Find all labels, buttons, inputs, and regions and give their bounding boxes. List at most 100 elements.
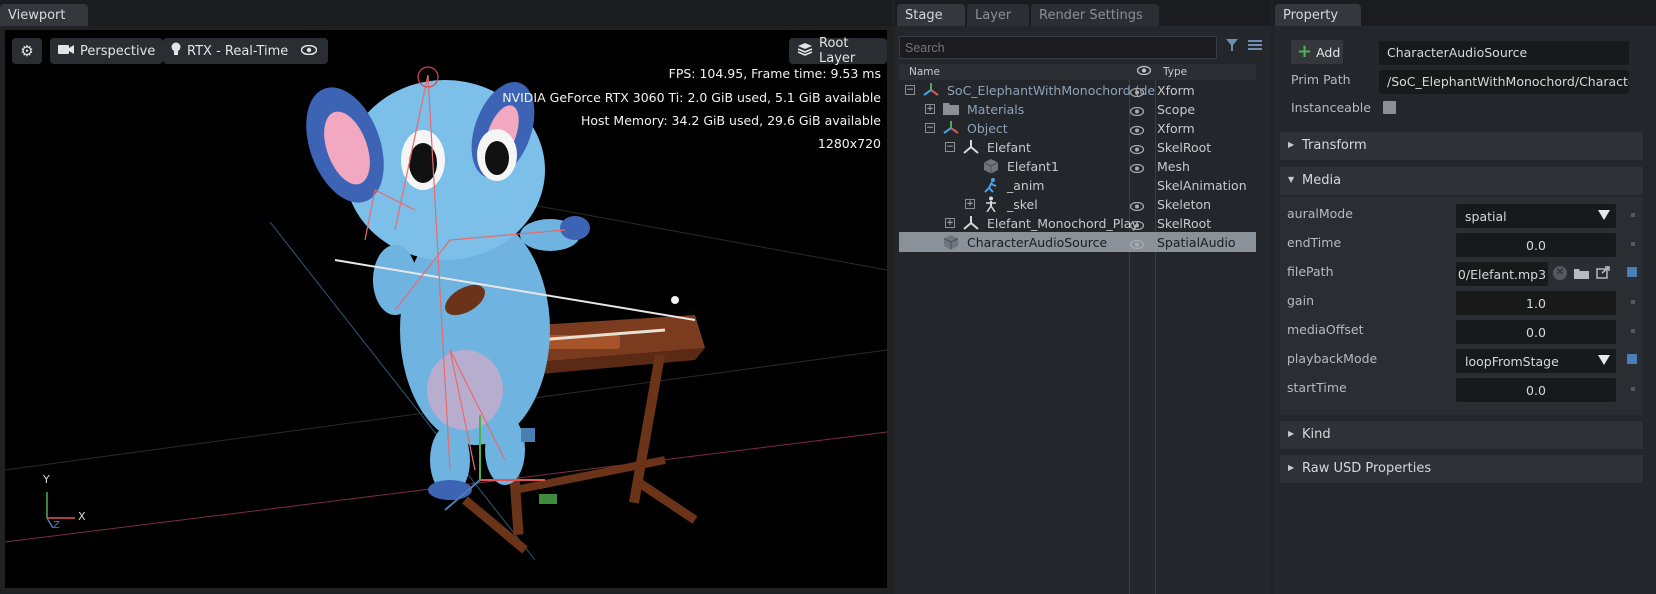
add-label: Add: [1316, 44, 1341, 60]
media-row-playbackmode: playbackMode loopFromStage: [1280, 347, 1643, 373]
kind-section-header[interactable]: ▶ Kind: [1280, 421, 1643, 449]
expanded-arrow-icon: ▼: [1288, 175, 1295, 184]
tree-row-name: SoC_ElephantWithMonochord (de: [947, 83, 1156, 98]
raw-usd-section-header[interactable]: ▶ Raw USD Properties: [1280, 455, 1643, 483]
property-panel: Property + Add CharacterAudioSource Prim…: [1273, 0, 1656, 594]
prim-name-field[interactable]: CharacterAudioSource: [1379, 41, 1629, 65]
visibility-eye-icon[interactable]: [1129, 199, 1145, 214]
default-marker: [1631, 329, 1635, 333]
instanceable-label: Instanceable: [1291, 100, 1371, 115]
media-section-header[interactable]: ▼ Media: [1280, 167, 1643, 195]
root-layer-button[interactable]: Root Layer: [789, 36, 887, 66]
media-row-starttime: startTime 0.0: [1280, 376, 1643, 402]
transform-section-label: Transform: [1302, 138, 1367, 153]
mediaoffset-label: mediaOffset: [1287, 322, 1364, 337]
viewport-canvas[interactable]: Y X Z ⚙ Perspective RTX - Real-Time Root…: [5, 30, 887, 588]
tab-layer[interactable]: Layer: [967, 4, 1029, 26]
auralmode-label: auralMode: [1287, 206, 1353, 221]
starttime-field[interactable]: 0.0: [1456, 378, 1616, 402]
camera-button[interactable]: Perspective: [50, 38, 164, 64]
tab-property[interactable]: Property: [1275, 4, 1361, 26]
mediaoffset-field[interactable]: 0.0: [1456, 320, 1616, 344]
tree-row[interactable]: − Object Xform: [899, 118, 1256, 138]
gpu-memory-readout: NVIDIA GeForce RTX 3060 Ti: 2.0 GiB used…: [502, 90, 881, 105]
auralmode-value: spatial: [1465, 209, 1507, 224]
viewport-settings-button[interactable]: ⚙: [12, 38, 42, 64]
visibility-eye-icon[interactable]: [1129, 142, 1145, 157]
tree-row-name: Elefant_Monochord_Play: [987, 216, 1139, 231]
tree-row-type: Xform: [1157, 121, 1195, 136]
visibility-eye-icon[interactable]: [1129, 237, 1145, 252]
stage-column-header: [899, 64, 1256, 80]
gear-icon: ⚙: [20, 42, 34, 60]
tree-row[interactable]: _anim SkelAnimation: [899, 175, 1256, 195]
expand-icon[interactable]: +: [925, 104, 935, 114]
tree-row-type: Scope: [1157, 102, 1196, 117]
tree-row[interactable]: − Elefant SkelRoot: [899, 137, 1256, 157]
column-name-header[interactable]: Name: [909, 66, 940, 80]
property-tabbar: Property: [1273, 0, 1656, 26]
open-file-icon[interactable]: [1596, 266, 1610, 282]
collapsed-arrow-icon: ▶: [1288, 140, 1295, 149]
visibility-eye-icon[interactable]: [1129, 104, 1145, 119]
tab-stage[interactable]: Stage: [897, 4, 965, 26]
media-row-endtime: endTime 0.0: [1280, 231, 1643, 257]
tree-row-type: Mesh: [1157, 159, 1190, 174]
tree-row[interactable]: − SoC_ElephantWithMonochord (de Xform: [899, 80, 1256, 100]
stage-panel: Stage Layer Render Settings Name Type − S…: [895, 0, 1271, 594]
collapse-icon[interactable]: −: [945, 142, 955, 152]
menu-icon[interactable]: [1248, 39, 1262, 54]
endtime-field[interactable]: 0.0: [1456, 233, 1616, 257]
filepath-label: filePath: [1287, 264, 1334, 279]
dropdown-arrow-icon: [1598, 210, 1610, 220]
playbackmode-dropdown[interactable]: loopFromStage: [1456, 349, 1616, 373]
tree-row-type: SpatialAudio: [1157, 235, 1236, 250]
prim-path-field[interactable]: /SoC_ElephantWithMonochord/CharacterA: [1379, 70, 1629, 94]
visibility-eye-icon[interactable]: [1129, 85, 1145, 100]
fps-readout: FPS: 104.95, Frame time: 9.53 ms: [668, 66, 881, 81]
visibility-eye-icon[interactable]: [1129, 123, 1145, 138]
instanceable-checkbox[interactable]: [1383, 101, 1396, 114]
default-marker: [1631, 387, 1635, 391]
column-type-header[interactable]: Type: [1163, 66, 1187, 80]
clear-icon[interactable]: ✕: [1553, 266, 1567, 280]
tree-row[interactable]: + Elefant_Monochord_Play SkelRoot: [899, 213, 1256, 233]
stage-search-input[interactable]: [899, 36, 1217, 59]
tree-row-type: Skeleton: [1157, 197, 1212, 212]
tab-viewport[interactable]: Viewport: [0, 4, 88, 26]
filter-icon[interactable]: [1225, 38, 1239, 55]
raw-usd-section-label: Raw USD Properties: [1302, 461, 1432, 476]
transform-section-header[interactable]: ▶ Transform: [1280, 132, 1643, 160]
collapse-icon[interactable]: −: [905, 85, 915, 95]
tab-render-settings[interactable]: Render Settings: [1031, 4, 1159, 26]
host-memory-readout: Host Memory: 34.2 GiB used, 29.6 GiB ava…: [581, 113, 881, 128]
tree-row[interactable]: + _skel Skeleton: [899, 194, 1256, 214]
add-button[interactable]: + Add: [1291, 40, 1343, 64]
tree-row[interactable]: CharacterAudioSource SpatialAudio: [899, 232, 1256, 252]
folder-icon: [943, 101, 959, 118]
tree-row-type: SkelAnimation: [1157, 178, 1247, 193]
gain-field[interactable]: 1.0: [1456, 291, 1616, 315]
tree-row-name: CharacterAudioSource: [967, 235, 1108, 250]
filepath-field[interactable]: 0/Elefant.mp3: [1456, 262, 1548, 286]
viewport-tabbar: Viewport: [0, 0, 892, 26]
default-marker: [1631, 300, 1635, 304]
default-marker: [1631, 213, 1635, 217]
auralmode-dropdown[interactable]: spatial: [1456, 204, 1616, 228]
renderer-button[interactable]: RTX - Real-Time: [163, 38, 297, 64]
root-layer-label: Root Layer: [819, 36, 856, 66]
authored-marker: [1627, 267, 1637, 277]
viewport-panel: Viewport Y X Z ⚙ Perspective RTX - Real-…: [0, 0, 892, 594]
visibility-column-icon[interactable]: [1136, 65, 1152, 80]
visibility-button[interactable]: [290, 38, 328, 64]
tree-row[interactable]: Elefant1 Mesh: [899, 156, 1256, 176]
collapse-icon[interactable]: −: [925, 123, 935, 133]
tree-row[interactable]: + Materials Scope: [899, 99, 1256, 119]
expand-icon[interactable]: +: [965, 199, 975, 209]
visibility-eye-icon[interactable]: [1129, 161, 1145, 176]
folder-icon[interactable]: [1574, 267, 1589, 282]
visibility-eye-icon[interactable]: [1129, 218, 1145, 233]
media-section-label: Media: [1302, 173, 1342, 188]
tree-row-name: Elefant1: [1007, 159, 1059, 174]
expand-icon[interactable]: +: [945, 218, 955, 228]
